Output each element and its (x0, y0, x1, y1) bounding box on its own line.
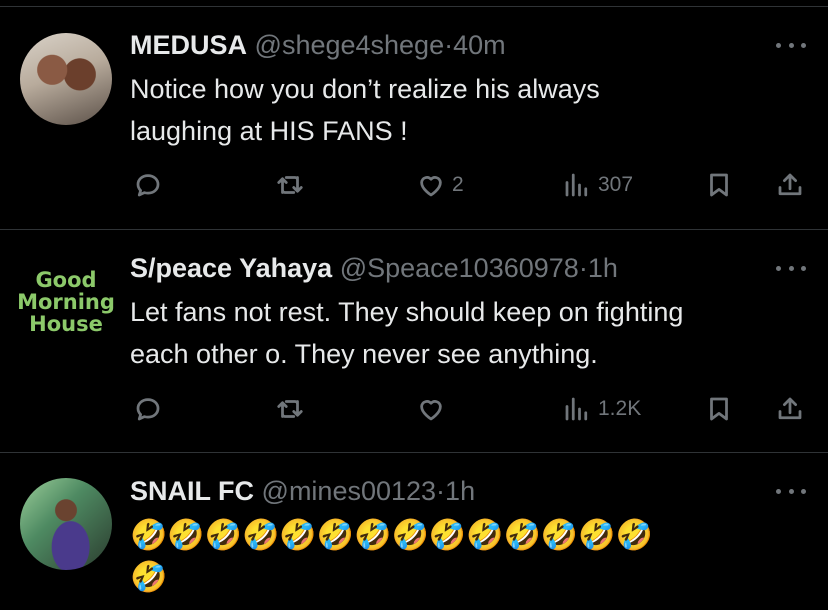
display-name[interactable]: S/peace Yahaya (130, 253, 332, 283)
avatar[interactable] (20, 478, 112, 570)
top-divider (0, 0, 828, 7)
emoji-line: 🤣 (130, 561, 168, 594)
user-handle[interactable]: @shege4shege (255, 30, 445, 60)
emoji-line: 🤣🤣🤣🤣🤣🤣🤣🤣🤣🤣🤣🤣🤣🤣 (130, 519, 653, 552)
tweet-text: Let fans not rest. They should keep on f… (130, 291, 810, 375)
avatar[interactable]: Good Morning House (16, 256, 116, 348)
avatar[interactable] (20, 33, 112, 125)
tweet-text: Notice how you don’t realize his always … (130, 68, 810, 152)
tweet-text-line: each other o. They never see anything. (130, 339, 598, 369)
display-name[interactable]: SNAIL FC (130, 476, 254, 506)
more-dots-icon[interactable] (776, 40, 806, 50)
tweet-text: 🤣🤣🤣🤣🤣🤣🤣🤣🤣🤣🤣🤣🤣🤣 🤣 (130, 515, 810, 599)
retweet-icon (277, 400, 303, 418)
avatar-logo-text: Morning (17, 289, 115, 314)
views-button[interactable]: 307 (562, 170, 633, 200)
tweet-header: SNAIL FC @mines00123·1h (130, 475, 475, 507)
user-handle[interactable]: @Speace10360978 (340, 253, 579, 283)
reply-bubble-icon (136, 174, 160, 197)
views-bar-chart-icon (565, 173, 588, 197)
share-icon (778, 397, 802, 420)
avatar-logo-text: Good (35, 267, 97, 292)
like-button[interactable]: 2 (416, 170, 464, 200)
retweet-button[interactable] (275, 170, 305, 200)
timestamp[interactable]: 1h (445, 476, 475, 506)
more-dots-icon[interactable] (776, 486, 806, 496)
tweet-divider (0, 229, 828, 230)
views-button[interactable]: 1.2K (562, 394, 641, 424)
timestamp[interactable]: 1h (588, 253, 618, 283)
retweet-icon (277, 176, 303, 194)
tweet-header: S/peace Yahaya @Speace10360978·1h (130, 252, 618, 284)
share-icon (778, 173, 802, 196)
view-count: 307 (598, 173, 634, 196)
separator-dot: · (578, 253, 588, 283)
reply-button[interactable] (133, 394, 163, 424)
bookmark-button[interactable] (704, 394, 734, 424)
bookmark-icon (710, 397, 728, 421)
user-handle[interactable]: @mines00123 (262, 476, 437, 506)
tweet-feed: MEDUSA @shege4shege·40m Notice how you d… (0, 0, 828, 610)
like-count: 2 (452, 173, 464, 196)
bookmark-icon (710, 173, 728, 197)
views-bar-chart-icon (565, 397, 588, 421)
more-dots-icon[interactable] (776, 263, 806, 273)
like-button[interactable] (416, 394, 452, 424)
tweet-text-line: Notice how you don’t realize his always (130, 74, 600, 104)
display-name[interactable]: MEDUSA (130, 30, 247, 60)
tweet-text-line: laughing at HIS FANS ! (130, 116, 408, 146)
separator-dot: · (436, 476, 446, 506)
retweet-button[interactable] (275, 394, 305, 424)
separator-dot: · (444, 30, 454, 60)
tweet-divider (0, 452, 828, 453)
tweet-header: MEDUSA @shege4shege·40m (130, 29, 506, 61)
heart-icon (420, 400, 442, 421)
tweet-text-line: Let fans not rest. They should keep on f… (130, 297, 684, 327)
reply-button[interactable] (133, 170, 163, 200)
timestamp[interactable]: 40m (453, 30, 506, 60)
share-button[interactable] (775, 170, 805, 200)
heart-icon (420, 176, 442, 197)
view-count: 1.2K (598, 397, 642, 420)
reply-bubble-icon (136, 398, 160, 421)
bookmark-button[interactable] (704, 170, 734, 200)
share-button[interactable] (775, 394, 805, 424)
avatar-logo-text: House (29, 312, 103, 337)
